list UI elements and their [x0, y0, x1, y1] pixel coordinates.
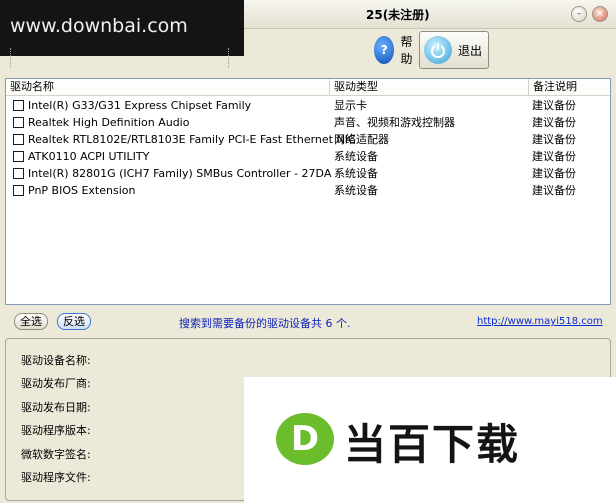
minimize-button[interactable]: –	[571, 6, 587, 22]
help-button[interactable]: ? 帮助	[372, 31, 418, 69]
driver-name: Realtek High Definition Audio	[28, 116, 190, 129]
driver-name: ATK0110 ACPI UTILITY	[28, 150, 150, 163]
label-vendor: 驱动发布厂商:	[21, 377, 91, 390]
column-header-type[interactable]: 驱动类型	[330, 79, 529, 95]
exit-button[interactable]: 退出	[419, 31, 489, 69]
driver-note: 建议备份	[532, 133, 576, 146]
label-version: 驱动程序版本:	[21, 424, 91, 437]
driver-name: PnP BIOS Extension	[28, 184, 136, 197]
table-row[interactable]: Intel(R) G33/G31 Express Chipset Family …	[6, 97, 610, 114]
help-label: 帮助	[400, 35, 413, 66]
driver-name: Realtek RTL8102E/RTL8103E Family PCI-E F…	[28, 133, 356, 146]
driver-type: 网络适配器	[334, 133, 389, 146]
driver-type: 系统设备	[334, 184, 378, 197]
driver-note: 建议备份	[532, 167, 576, 180]
table-row[interactable]: Realtek RTL8102E/RTL8103E Family PCI-E F…	[6, 131, 610, 148]
select-all-button[interactable]: 全选	[14, 313, 48, 330]
invert-selection-button[interactable]: 反选	[57, 313, 91, 330]
status-text: 搜索到需要备份的驱动设备共 6 个.	[179, 317, 351, 330]
driver-note: 建议备份	[532, 150, 576, 163]
table-row[interactable]: Realtek High Definition Audio 声音、视频和游戏控制…	[6, 114, 610, 131]
row-checkbox[interactable]	[13, 134, 24, 145]
driver-type: 声音、视频和游戏控制器	[334, 116, 455, 129]
driver-note: 建议备份	[532, 99, 576, 112]
driver-name: Intel(R) G33/G31 Express Chipset Family	[28, 99, 252, 112]
list-header: 驱动名称 驱动类型 备注说明	[6, 79, 610, 96]
website-link[interactable]: http://www.mayi518.com	[477, 316, 603, 327]
driver-type: 系统设备	[334, 150, 378, 163]
power-icon	[424, 36, 452, 64]
row-checkbox[interactable]	[13, 185, 24, 196]
driver-type: 系统设备	[334, 167, 378, 180]
window-title: 25(未注册)	[366, 8, 430, 22]
table-row[interactable]: ATK0110 ACPI UTILITY 系统设备 建议备份	[6, 148, 610, 165]
label-driver-file: 驱动程序文件:	[21, 471, 91, 484]
row-checkbox[interactable]	[13, 100, 24, 111]
label-signature: 微软数字签名:	[21, 448, 91, 461]
toolbar-separator	[228, 48, 231, 68]
column-header-name[interactable]: 驱动名称	[6, 79, 330, 95]
watermark-logo: D	[276, 413, 334, 465]
driver-note: 建议备份	[532, 116, 576, 129]
exit-label: 退出	[458, 43, 483, 58]
watermark-text: 当百下载	[344, 420, 521, 469]
driver-type: 显示卡	[334, 99, 367, 112]
driver-note: 建议备份	[532, 184, 576, 197]
label-release-date: 驱动发布日期:	[21, 401, 91, 414]
toolbar-separator	[10, 48, 13, 68]
driver-list[interactable]: 驱动名称 驱动类型 备注说明 Intel(R) G33/G31 Express …	[5, 78, 611, 305]
table-row[interactable]: PnP BIOS Extension 系统设备 建议备份	[6, 182, 610, 199]
help-icon: ?	[374, 36, 395, 64]
label-device-name: 驱动设备名称:	[21, 354, 91, 367]
column-header-note[interactable]: 备注说明	[529, 79, 610, 95]
row-checkbox[interactable]	[13, 117, 24, 128]
driver-name: Intel(R) 82801G (ICH7 Family) SMBus Cont…	[28, 167, 332, 180]
toolbar: ? 帮助 退出	[0, 28, 616, 74]
close-button[interactable]: ×	[592, 6, 608, 22]
row-checkbox[interactable]	[13, 151, 24, 162]
row-checkbox[interactable]	[13, 168, 24, 179]
table-row[interactable]: Intel(R) 82801G (ICH7 Family) SMBus Cont…	[6, 165, 610, 182]
